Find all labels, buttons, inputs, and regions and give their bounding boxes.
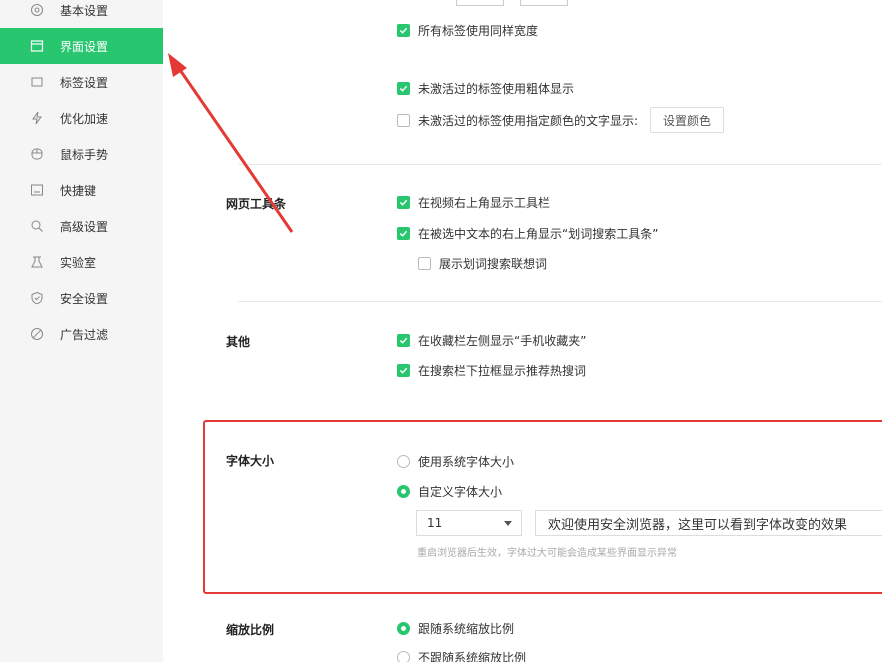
selection-toolbar-option[interactable]: 在被选中文本的右上角显示“划词搜索工具条” [397,225,658,242]
sidebar-item-mouse[interactable]: 鼠标手势 [0,136,163,172]
sidebar-item-lab[interactable]: 实验室 [0,244,163,280]
show-suggestions-option[interactable]: 展示划词搜索联想词 [418,255,547,272]
not-follow-system-zoom-option[interactable]: 不跟随系统缩放比例 [397,649,526,662]
sidebar-item-basic[interactable]: 基本设置 [0,0,163,28]
sidebar-item-label: 基本设置 [60,3,109,18]
sidebar-item-optimize[interactable]: 优化加速 [0,100,163,136]
checkbox-checked-icon[interactable] [397,334,410,347]
checkbox-unchecked-icon[interactable] [418,257,431,270]
option-label: 展示划词搜索联想词 [439,257,548,271]
sidebar-item-label: 快捷键 [60,183,97,198]
tab-width-max-input[interactable] [520,0,568,6]
sidebar: 基本设置 界面设置 标签设置 优化加速 鼠标手势 快捷键 高级设置 实验室 安全… [0,0,163,662]
sidebar-item-label: 实验室 [60,255,97,270]
option-label: 在视频右上角显示工具栏 [418,196,551,210]
tab-width-min-input[interactable] [456,0,504,6]
section-title-zoom: 缩放比例 [226,623,275,637]
option-label: 跟随系统缩放比例 [418,622,515,636]
shield-icon [30,291,44,305]
mobile-favorites-option[interactable]: 在收藏栏左侧显示“手机收藏夹” [397,332,586,349]
annotation-highlight-box [203,420,882,594]
sidebar-item-label: 高级设置 [60,219,109,234]
window-icon [30,39,44,53]
sidebar-item-label: 界面设置 [60,39,109,54]
radio-selected-icon[interactable] [397,622,410,635]
sidebar-item-security[interactable]: 安全设置 [0,280,163,316]
section-title-toolbar: 网页工具条 [226,197,287,211]
sidebar-item-label: 标签设置 [60,75,109,90]
option-label: 所有标签使用同样宽度 [418,24,539,38]
divider [238,164,882,165]
sidebar-item-label: 广告过滤 [60,327,109,342]
option-label: 未激活过的标签使用粗体显示 [418,82,575,96]
advanced-icon [30,219,44,233]
sidebar-item-adblock[interactable]: 广告过滤 [0,316,163,352]
sidebar-item-label: 安全设置 [60,291,109,306]
settings-icon [30,3,44,17]
option-label: 在被选中文本的右上角显示“划词搜索工具条” [418,227,659,241]
hot-search-option[interactable]: 在搜索栏下拉框显示推荐热搜词 [397,362,586,379]
bold-inactive-option[interactable]: 未激活过的标签使用粗体显示 [397,80,574,97]
checkbox-unchecked-icon[interactable] [397,113,410,127]
bolt-icon [30,111,44,125]
option-label: 在搜索栏下拉框显示推荐热搜词 [418,364,587,378]
tab-icon [30,75,44,89]
sidebar-item-interface[interactable]: 界面设置 [0,28,163,64]
sidebar-item-label: 优化加速 [60,111,109,126]
checkbox-checked-icon[interactable] [397,196,410,209]
checkbox-checked-icon[interactable] [397,24,410,37]
video-toolbar-option[interactable]: 在视频右上角显示工具栏 [397,194,550,211]
keyboard-icon [30,183,44,197]
color-inactive-option[interactable]: 未激活过的标签使用指定颜色的文字显示: 设置颜色 [397,107,725,133]
sidebar-item-label: 鼠标手势 [60,147,109,162]
radio-unselected-icon[interactable] [397,651,410,662]
block-icon [30,327,44,341]
set-color-button[interactable]: 设置颜色 [650,107,725,133]
sidebar-item-advanced[interactable]: 高级设置 [0,208,163,244]
option-label: 未激活过的标签使用指定颜色的文字显示: [418,113,639,128]
checkbox-checked-icon[interactable] [397,82,410,95]
divider [238,301,882,302]
checkbox-checked-icon[interactable] [397,227,410,240]
mouse-icon [30,147,44,161]
same-width-option[interactable]: 所有标签使用同样宽度 [397,22,538,39]
flask-icon [30,255,44,269]
sidebar-item-shortcuts[interactable]: 快捷键 [0,172,163,208]
follow-system-zoom-option[interactable]: 跟随系统缩放比例 [397,620,514,637]
section-title-other: 其他 [226,335,251,349]
sidebar-item-tabs[interactable]: 标签设置 [0,64,163,100]
option-label: 不跟随系统缩放比例 [418,651,527,662]
checkbox-checked-icon[interactable] [397,364,410,377]
option-label: 在收藏栏左侧显示“手机收藏夹” [418,334,587,348]
